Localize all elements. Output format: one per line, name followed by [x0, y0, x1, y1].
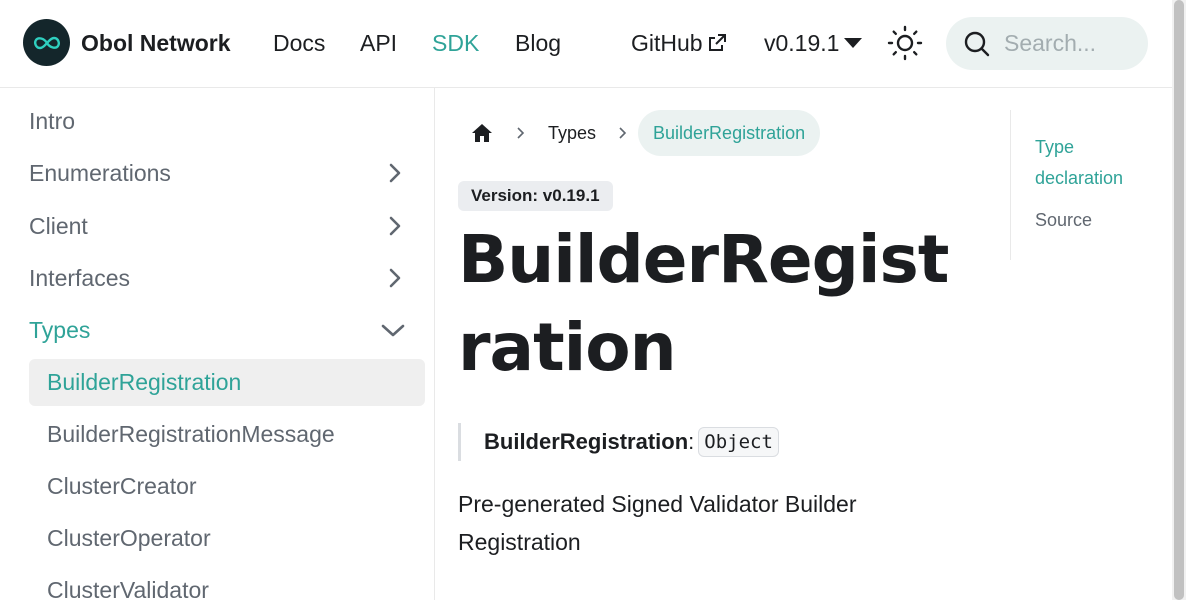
type-description: Pre-generated Signed Validator Builder R…: [458, 491, 857, 555]
brand-name[interactable]: Obol Network: [81, 30, 231, 57]
sidebar: Intro Enumerations Client Interfaces Typ…: [0, 88, 435, 600]
chevron-right-icon[interactable]: [385, 216, 405, 236]
navbar: Obol Network Docs API SDK Blog GitHub v0…: [0, 0, 1172, 88]
toc-link-type-declaration[interactable]: Type declaration: [1035, 132, 1155, 194]
breadcrumb-item-current: BuilderRegistration: [638, 110, 821, 156]
search-box[interactable]: [946, 17, 1148, 70]
sidebar-item-intro[interactable]: Intro: [29, 99, 425, 143]
sidebar-item-cluster-operator[interactable]: ClusterOperator: [29, 515, 425, 562]
sidebar-item-cluster-validator[interactable]: ClusterValidator: [29, 567, 425, 600]
search-icon: [964, 31, 990, 57]
page-scrollbar[interactable]: [1172, 0, 1186, 600]
theme-toggle-button[interactable]: [886, 24, 924, 62]
breadcrumb-separator-icon: [608, 126, 638, 140]
version-badge: Version: v0.19.1: [458, 181, 613, 211]
page-title: BuilderRegistration: [458, 221, 949, 386]
nav-link-github[interactable]: GitHub: [631, 30, 727, 59]
sidebar-item-label: Enumerations: [29, 160, 171, 186]
chevron-right-icon[interactable]: [385, 163, 405, 183]
breadcrumb: Types BuilderRegistration: [458, 110, 821, 156]
declaration-type-code: Object: [698, 427, 779, 457]
sidebar-item-types[interactable]: Types: [29, 308, 425, 352]
toc-link-source[interactable]: Source: [1035, 205, 1155, 236]
sidebar-item-builder-registration[interactable]: BuilderRegistration: [29, 359, 425, 406]
sun-icon: [887, 25, 923, 61]
github-label: GitHub: [631, 30, 703, 56]
version-label: v0.19.1: [764, 30, 840, 56]
table-of-contents: Type declaration Source: [1010, 110, 1161, 260]
external-link-icon: [707, 32, 727, 59]
sidebar-item-client[interactable]: Client: [29, 204, 425, 248]
chevron-right-icon[interactable]: [385, 268, 405, 288]
sidebar-item-label: Types: [29, 317, 91, 343]
sidebar-item-label: Client: [29, 213, 88, 239]
sidebar-item-cluster-creator[interactable]: ClusterCreator: [29, 463, 425, 510]
nav-link-docs[interactable]: Docs: [273, 30, 325, 57]
declaration-separator: :: [688, 429, 695, 454]
search-input[interactable]: [1004, 27, 1134, 59]
chevron-down-icon[interactable]: [381, 320, 405, 340]
main-content: Types BuilderRegistration Version: v0.19…: [435, 88, 1010, 600]
home-icon[interactable]: [458, 110, 506, 156]
obol-logo-icon[interactable]: [23, 19, 70, 66]
nav-link-api[interactable]: API: [360, 30, 397, 57]
version-dropdown[interactable]: v0.19.1: [764, 30, 863, 57]
type-declaration: BuilderRegistration: Object: [458, 423, 779, 461]
declaration-name: BuilderRegistration: [484, 429, 689, 454]
breadcrumb-item-types[interactable]: Types: [536, 123, 608, 144]
nav-link-sdk[interactable]: SDK: [432, 30, 479, 57]
sidebar-item-enumerations[interactable]: Enumerations: [29, 151, 425, 195]
chevron-down-icon: [844, 37, 863, 48]
breadcrumb-separator-icon: [506, 126, 536, 140]
sidebar-item-interfaces[interactable]: Interfaces: [29, 256, 425, 300]
sidebar-item-builder-registration-message[interactable]: BuilderRegistrationMessage: [29, 411, 425, 458]
sidebar-item-label: Intro: [29, 108, 76, 134]
sidebar-item-label: Interfaces: [29, 265, 130, 291]
nav-link-blog[interactable]: Blog: [515, 30, 561, 57]
scrollbar-thumb[interactable]: [1174, 0, 1184, 600]
